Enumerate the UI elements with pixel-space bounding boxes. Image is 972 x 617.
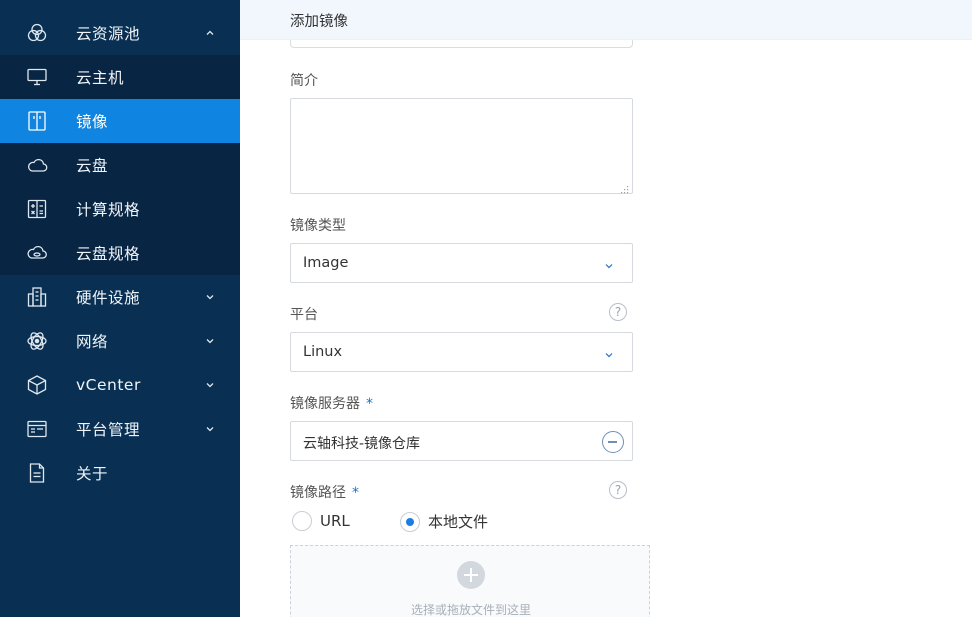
sidebar-item-label: 云盘 bbox=[76, 157, 109, 175]
sidebar-item-cloud-pool[interactable]: 云资源池 bbox=[0, 11, 240, 55]
file-upload-dropzone[interactable]: 选择或拖放文件到这里 bbox=[290, 545, 650, 617]
image-type-value: Image bbox=[303, 255, 349, 271]
image-type-select[interactable]: Image bbox=[290, 243, 633, 283]
upload-hint: 选择或拖放文件到这里 bbox=[410, 603, 531, 617]
chevron-down-icon bbox=[604, 259, 614, 269]
chevron-down-icon bbox=[204, 335, 216, 347]
chevron-down-icon bbox=[204, 423, 216, 435]
cloud-pool-icon bbox=[26, 22, 48, 44]
path-label-text: 镜像路径 bbox=[290, 485, 346, 501]
platform-label: 平台 bbox=[290, 307, 318, 323]
chevron-up-icon bbox=[204, 27, 216, 39]
sidebar-item-image[interactable]: 镜像 bbox=[0, 99, 240, 143]
network-icon bbox=[26, 330, 48, 352]
sidebar-item-disk-spec[interactable]: 云盘规格 bbox=[0, 231, 240, 275]
cube-icon bbox=[26, 374, 48, 396]
dialog-header: 添加镜像 bbox=[240, 0, 972, 40]
platform-select[interactable]: Linux bbox=[290, 332, 633, 372]
sidebar-item-hardware[interactable]: 硬件设施 bbox=[0, 275, 240, 319]
building-icon bbox=[26, 286, 48, 308]
server-label-text: 镜像服务器 bbox=[290, 396, 360, 412]
chevron-down-icon bbox=[204, 379, 216, 391]
radio-url-label: URL bbox=[320, 512, 350, 530]
sidebar-item-vm[interactable]: 云主机 bbox=[0, 55, 240, 99]
window-icon bbox=[26, 418, 48, 440]
sidebar-item-cloud-disk[interactable]: 云盘 bbox=[0, 143, 240, 187]
sidebar-item-platform-management[interactable]: 平台管理 bbox=[0, 407, 240, 451]
cloud-disk-icon bbox=[26, 154, 48, 176]
sidebar-item-about[interactable]: 关于 bbox=[0, 451, 240, 495]
sidebar-item-label: 平台管理 bbox=[76, 421, 141, 439]
description-label: 简介 bbox=[290, 73, 318, 89]
sidebar: 云资源池 云主机 镜像 云盘 计算规格 云盘规格 硬件设施 网络 vCenter… bbox=[0, 0, 240, 617]
radio-local-file-label: 本地文件 bbox=[428, 513, 489, 531]
monitor-icon bbox=[26, 66, 48, 88]
help-icon[interactable]: ? bbox=[609, 481, 627, 499]
resize-handle-icon[interactable] bbox=[621, 182, 629, 194]
sidebar-item-label: 云资源池 bbox=[76, 25, 141, 43]
sidebar-item-label: 镜像 bbox=[76, 113, 109, 131]
sidebar-item-label: 网络 bbox=[76, 333, 109, 351]
main-content: 添加镜像 简介 镜像类型 Image 平台 ? Linux 镜像服务器 * 云轴科… bbox=[240, 0, 972, 617]
image-icon bbox=[26, 110, 48, 132]
server-value: 云轴科技-镜像仓库 bbox=[303, 436, 421, 452]
radio-circle[interactable] bbox=[292, 511, 312, 531]
chevron-down-icon bbox=[204, 291, 216, 303]
server-field[interactable]: 云轴科技-镜像仓库 bbox=[290, 421, 633, 461]
radio-url[interactable]: URL bbox=[292, 511, 350, 531]
remove-circle-icon[interactable] bbox=[602, 431, 624, 453]
chevron-down-icon bbox=[604, 348, 614, 358]
sidebar-item-label: 关于 bbox=[76, 465, 109, 483]
page-title: 添加镜像 bbox=[290, 14, 348, 30]
plus-icon[interactable] bbox=[457, 561, 485, 589]
platform-value: Linux bbox=[303, 344, 343, 360]
path-label: 镜像路径 * bbox=[290, 482, 359, 502]
description-textarea[interactable] bbox=[290, 98, 633, 194]
sidebar-item-vcenter[interactable]: vCenter bbox=[0, 363, 240, 407]
sidebar-item-label: 云主机 bbox=[76, 69, 125, 87]
calculator-icon bbox=[26, 198, 48, 220]
image-type-label: 镜像类型 bbox=[290, 218, 346, 234]
sidebar-item-compute-spec[interactable]: 计算规格 bbox=[0, 187, 240, 231]
document-icon bbox=[26, 462, 48, 484]
sidebar-item-label: 计算规格 bbox=[76, 201, 141, 219]
required-mark: * bbox=[366, 396, 373, 412]
sidebar-item-label: 云盘规格 bbox=[76, 245, 141, 263]
server-label: 镜像服务器 * bbox=[290, 393, 373, 413]
sidebar-item-label: 硬件设施 bbox=[76, 289, 141, 307]
help-icon[interactable]: ? bbox=[609, 303, 627, 321]
disk-spec-icon bbox=[26, 242, 48, 264]
required-mark: * bbox=[352, 485, 359, 501]
radio-local-file[interactable]: 本地文件 bbox=[400, 511, 488, 532]
sidebar-item-network[interactable]: 网络 bbox=[0, 319, 240, 363]
radio-circle-checked[interactable] bbox=[400, 511, 420, 532]
sidebar-item-label: vCenter bbox=[76, 376, 141, 394]
